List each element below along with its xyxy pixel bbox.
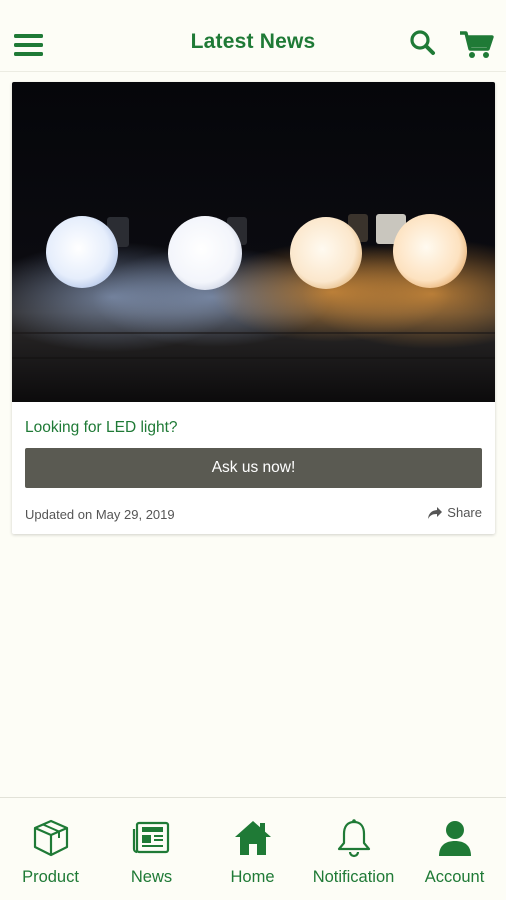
newspaper-icon <box>132 821 169 854</box>
top-app-bar: Latest News <box>0 0 506 72</box>
nav-label-product: Product <box>22 868 79 886</box>
nav-item-home[interactable]: Home <box>202 798 303 900</box>
news-headline[interactable]: Looking for LED light? <box>25 419 178 437</box>
led-bulbs-photo[interactable] <box>12 82 495 402</box>
bell-icon <box>337 819 370 858</box>
nav-item-account[interactable]: Account <box>404 798 505 900</box>
shopping-cart-icon <box>460 31 494 58</box>
cart-button[interactable] <box>458 28 494 60</box>
nav-item-product[interactable]: Product <box>0 798 101 900</box>
nav-label-home: Home <box>230 868 275 886</box>
nav-label-notification: Notification <box>312 868 395 886</box>
share-label: Share <box>447 505 482 520</box>
box-icon <box>33 819 68 857</box>
news-card: Looking for LED light? Ask us now! Updat… <box>12 82 495 534</box>
bottom-navigation: Product News Home Notification Account <box>0 797 506 900</box>
ask-us-now-button[interactable]: Ask us now! <box>25 448 482 488</box>
updated-date: Updated on May 29, 2019 <box>25 507 175 522</box>
nav-label-account: Account <box>424 868 485 886</box>
search-icon <box>410 30 435 55</box>
nav-item-news[interactable]: News <box>101 798 202 900</box>
nav-label-news: News <box>130 868 173 886</box>
search-button[interactable] <box>408 28 438 58</box>
home-icon <box>234 821 271 855</box>
share-arrow-icon <box>428 506 443 519</box>
share-button[interactable]: Share <box>427 505 482 520</box>
nav-item-notification[interactable]: Notification <box>303 798 404 900</box>
user-icon <box>438 821 471 856</box>
